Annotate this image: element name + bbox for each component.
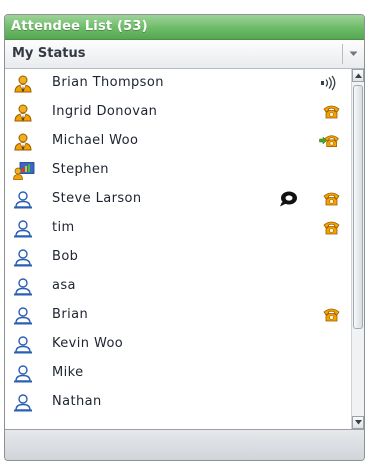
attendee-name: Ingrid Donovan <box>52 104 158 119</box>
attendee-icon <box>14 394 32 412</box>
my-status-bar[interactable]: My Status <box>5 40 364 69</box>
attendee-row[interactable]: Ingrid Donovan <box>5 98 351 127</box>
phone-transfer-icon <box>319 135 339 147</box>
attendee-name: Steve Larson <box>52 191 142 206</box>
attendee-row[interactable]: Bob <box>5 243 351 272</box>
arrow-down-icon <box>354 420 362 425</box>
attendee-name: Michael Woo <box>52 133 139 148</box>
attendee-name: asa <box>52 278 76 293</box>
attendee-icon <box>14 191 32 209</box>
panel-title: Attendee List (53) <box>11 19 148 34</box>
attendee-row[interactable]: asa <box>5 272 351 301</box>
attendee-icon <box>14 365 32 383</box>
attendee-name: tim <box>52 220 75 235</box>
attendee-icon <box>14 220 32 238</box>
desktop-sharing-icon <box>13 162 35 180</box>
attendee-row[interactable]: Brian <box>5 301 351 330</box>
attendee-name: Stephen <box>52 162 109 177</box>
scroll-up-button[interactable] <box>352 69 364 82</box>
attendee-icon <box>14 307 32 325</box>
phone-icon <box>323 105 340 119</box>
attendee-icon <box>14 249 32 267</box>
presenter-icon <box>14 133 32 151</box>
attendee-row[interactable]: Kevin Woo <box>5 330 351 359</box>
attendee-row[interactable]: Steve Larson <box>5 185 351 214</box>
attendee-row[interactable]: Michael Woo <box>5 127 351 156</box>
my-status-label: My Status <box>12 46 86 61</box>
attendee-name: Brian <box>52 307 89 322</box>
panel-title-bar[interactable]: Attendee List (53) <box>5 15 364 40</box>
chat-bubble-icon <box>280 191 297 207</box>
attendee-name: Brian Thompson <box>52 75 164 90</box>
status-dropdown-button[interactable] <box>343 40 364 68</box>
attendee-list-panel: Attendee List (53) My Status Brian Thomp… <box>4 14 365 461</box>
arrow-up-icon <box>354 73 362 78</box>
attendee-row[interactable]: tim <box>5 214 351 243</box>
attendee-icon <box>14 278 32 296</box>
panel-footer <box>5 429 364 460</box>
attendee-name: Bob <box>52 249 79 264</box>
chevron-down-icon <box>349 51 358 56</box>
scroll-down-button[interactable] <box>352 416 364 429</box>
phone-icon <box>323 221 340 235</box>
attendee-row[interactable]: Mike <box>5 359 351 388</box>
attendee-row[interactable]: Stephen <box>5 156 351 185</box>
attendee-row[interactable]: Brian Thompson <box>5 69 351 98</box>
attendee-name: Nathan <box>52 394 102 409</box>
speaking-icon <box>321 75 336 91</box>
attendee-row[interactable]: Nathan <box>5 388 351 417</box>
presenter-icon <box>14 75 32 93</box>
phone-icon <box>323 308 340 322</box>
attendee-icon <box>14 336 32 354</box>
attendee-name: Kevin Woo <box>52 336 124 351</box>
attendee-list: Brian Thompson Ingrid Donovan Michael Wo… <box>5 69 351 429</box>
attendee-name: Mike <box>52 365 84 380</box>
presenter-icon <box>14 104 32 122</box>
list-scrollbar[interactable] <box>351 69 364 429</box>
scroll-thumb[interactable] <box>353 85 363 329</box>
phone-icon <box>323 192 340 206</box>
